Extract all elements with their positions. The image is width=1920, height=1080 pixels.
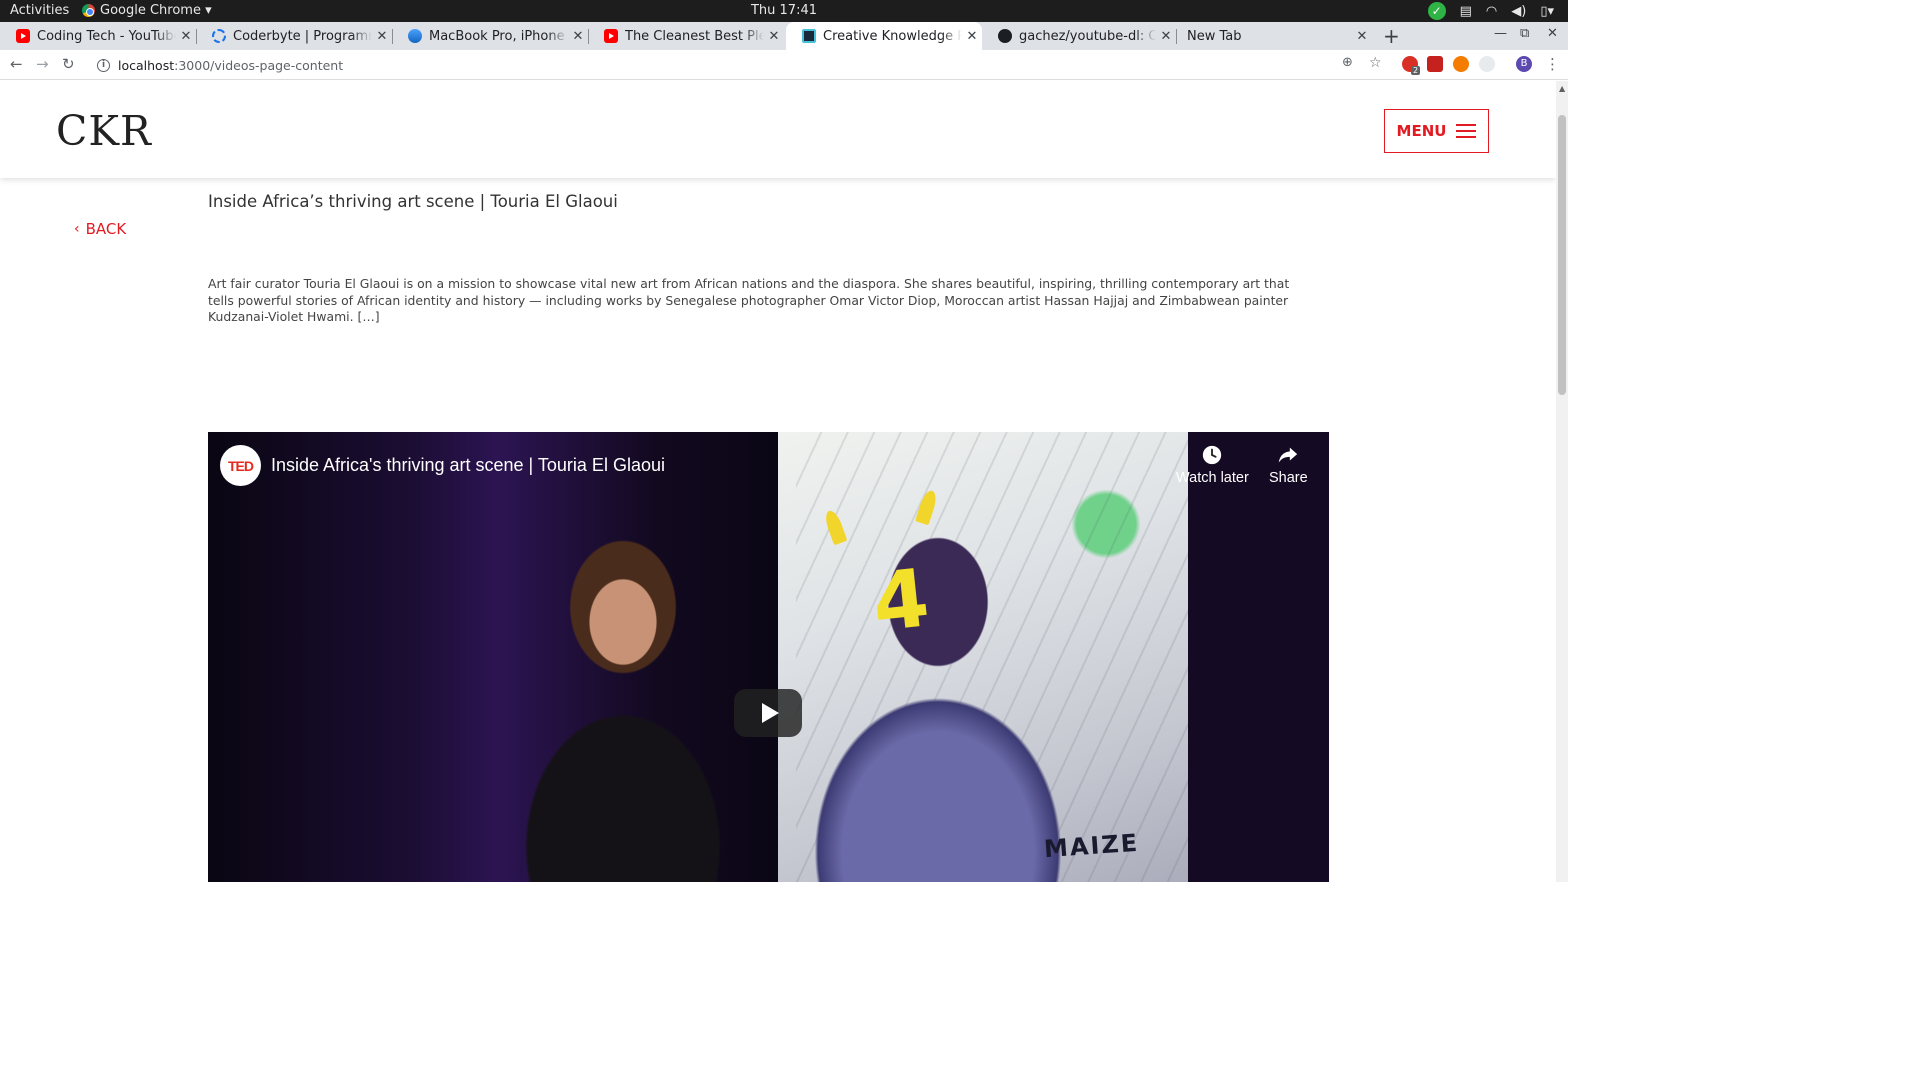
scroll-up-icon[interactable]: ▲ <box>1559 84 1565 93</box>
watch-later-button[interactable]: Watch later <box>1176 444 1249 486</box>
tab-title: The Cleanest Best Pleasur <box>625 28 764 44</box>
youtube-icon <box>604 29 618 43</box>
player-title[interactable]: Inside Africa's thriving art scene | Tou… <box>271 455 665 476</box>
profile-avatar[interactable]: B <box>1516 56 1532 72</box>
tab-strip: Coding Tech - YouTube ✕ Coderbyte | Prog… <box>0 22 1568 50</box>
tab-title: MacBook Pro, iPhone XS a <box>429 28 568 44</box>
hamburger-icon <box>1456 124 1477 138</box>
chevron-left-icon: ‹ <box>74 221 80 237</box>
video-description: Art fair curator Touria El Glaoui is on … <box>208 276 1290 324</box>
close-icon[interactable]: ✕ <box>1156 29 1176 44</box>
address-bar[interactable]: i localhost:3000/videos-page-content <box>90 53 1390 77</box>
close-icon[interactable]: ✕ <box>962 29 982 44</box>
tab-title: Coding Tech - YouTube <box>37 28 176 44</box>
artwork-number: 4 <box>868 551 934 650</box>
window-close-icon[interactable]: ✕ <box>1547 26 1558 41</box>
url-path: :3000/videos-page-content <box>174 57 344 73</box>
notes-icon[interactable]: ▤ <box>1460 4 1472 19</box>
forward-arrow-icon[interactable]: → <box>36 55 49 73</box>
extension-orange-icon[interactable] <box>1453 56 1469 72</box>
tab-title: Creative Knowledge Reso <box>823 28 962 44</box>
extension-gray-icon[interactable] <box>1479 56 1495 72</box>
tab-title: gachez/youtube-dl: Comm <box>1019 28 1156 44</box>
back-arrow-icon[interactable]: ← <box>10 55 23 73</box>
share-label: Share <box>1269 470 1308 486</box>
activities-button[interactable]: Activities <box>10 3 69 18</box>
app-menu-label: Google Chrome ▾ <box>100 3 212 18</box>
clock-icon <box>1203 445 1222 465</box>
ted-channel-logo[interactable]: TED <box>220 445 261 486</box>
menu-button[interactable]: MENU <box>1384 109 1489 153</box>
ckr-icon <box>802 29 816 43</box>
play-button[interactable] <box>734 689 802 737</box>
chrome-icon <box>82 4 95 17</box>
close-icon[interactable]: ✕ <box>176 29 196 44</box>
tab-new-tab[interactable]: New Tab ✕ <box>1176 22 1372 50</box>
bookmark-star-icon[interactable]: ☆ <box>1369 55 1382 71</box>
battery-icon[interactable]: ▯▾ <box>1540 4 1554 19</box>
page-scrollbar[interactable]: ▲ <box>1556 81 1568 882</box>
zoom-icon[interactable]: ⊕ <box>1342 55 1353 70</box>
tab-github-youtube-dl[interactable]: gachez/youtube-dl: Comm ✕ <box>982 22 1177 50</box>
youtube-icon <box>16 29 30 43</box>
github-icon <box>998 29 1012 43</box>
tab-coderbyte[interactable]: Coderbyte | Programming ✕ <box>196 22 393 50</box>
os-top-bar: Activities Google Chrome ▾ Thu 17:41 ✓ ▤… <box>0 0 1568 22</box>
check-icon[interactable]: ✓ <box>1427 2 1446 20</box>
minimize-icon[interactable]: — <box>1494 26 1507 41</box>
speaker-figure <box>498 517 748 882</box>
new-tab-button[interactable]: + <box>1383 24 1400 48</box>
system-tray[interactable]: ✓ ▤ ◠ ◀︎) ▯▾ <box>1427 2 1554 20</box>
browser-toolbar: ← → ↻ i localhost:3000/videos-page-conte… <box>0 50 1568 80</box>
video-player[interactable]: 4 MAIZE TED Inside Africa's thriving art… <box>208 432 1329 882</box>
kebab-menu-icon[interactable]: ⋮ <box>1545 55 1560 73</box>
watch-later-label: Watch later <box>1176 470 1249 486</box>
share-arrow-icon <box>1279 447 1298 463</box>
close-icon[interactable]: ✕ <box>372 29 392 44</box>
page-viewport: CKR MENU ‹ BACK Inside Africa’s thriving… <box>0 81 1556 882</box>
volume-icon[interactable]: ◀︎) <box>1511 4 1526 19</box>
app-menu[interactable]: Google Chrome ▾ <box>82 3 212 18</box>
site-logo[interactable]: CKR <box>56 107 152 155</box>
wifi-icon[interactable]: ◠ <box>1486 4 1497 19</box>
tab-title: New Tab <box>1187 28 1242 44</box>
share-button[interactable]: Share <box>1269 444 1308 486</box>
tab-creative-knowledge[interactable]: Creative Knowledge Reso ✕ <box>786 22 982 50</box>
close-icon[interactable]: ✕ <box>568 29 588 44</box>
coderbyte-icon <box>212 29 226 43</box>
close-icon[interactable]: ✕ <box>764 29 784 44</box>
video-title: Inside Africa’s thriving art scene | Tou… <box>208 192 618 211</box>
scrollbar-thumb[interactable] <box>1558 115 1566 395</box>
tab-coding-tech[interactable]: Coding Tech - YouTube ✕ <box>0 22 197 50</box>
info-icon[interactable]: i <box>97 58 110 72</box>
back-label: BACK <box>85 220 127 238</box>
tab-cleanest-best[interactable]: The Cleanest Best Pleasur ✕ <box>588 22 784 50</box>
extension-badge: 2 <box>1411 66 1421 75</box>
menu-label: MENU <box>1396 122 1447 140</box>
close-icon[interactable]: ✕ <box>1352 29 1372 44</box>
tab-macbook[interactable]: MacBook Pro, iPhone XS a ✕ <box>392 22 589 50</box>
macbook-icon <box>408 29 422 43</box>
restore-icon[interactable]: ⧉ <box>1520 26 1529 41</box>
site-header: CKR MENU <box>0 81 1556 178</box>
artwork-figure <box>808 472 1068 882</box>
reload-icon[interactable]: ↻ <box>62 55 75 73</box>
url-host: localhost <box>118 57 175 73</box>
extension-red-icon[interactable] <box>1427 56 1443 72</box>
back-link[interactable]: ‹ BACK <box>74 220 126 238</box>
clock[interactable]: Thu 17:41 <box>0 3 1568 18</box>
tab-title: Coderbyte | Programming <box>233 28 372 44</box>
